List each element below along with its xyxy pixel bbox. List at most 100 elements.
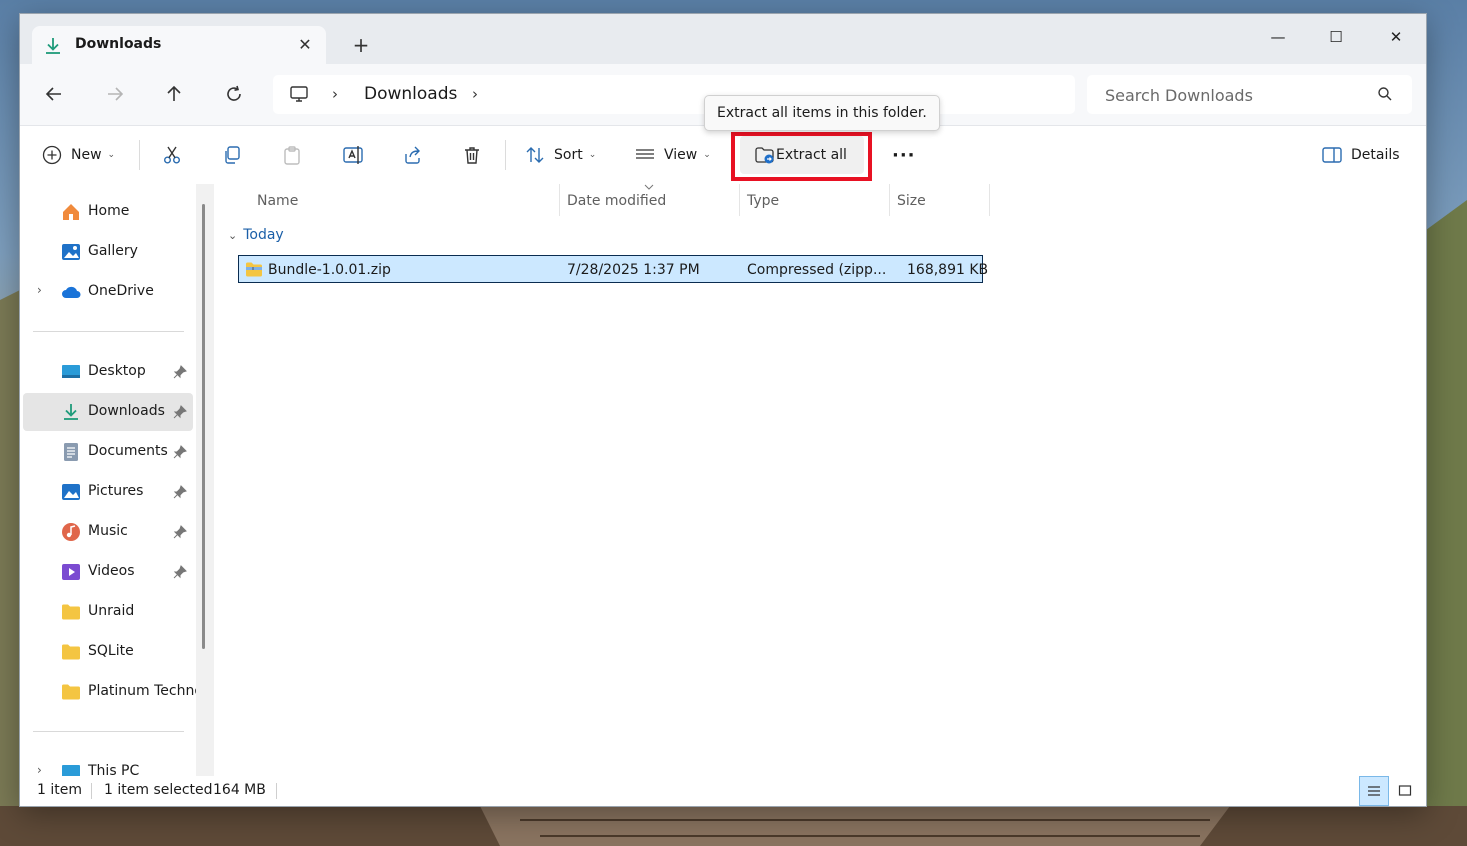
- file-explorer-window: Downloads ✕ + — ☐ ✕ › Downloads › Search…: [20, 14, 1426, 806]
- forward-button[interactable]: [97, 76, 133, 112]
- column-header-date-modified[interactable]: Date modified: [560, 184, 739, 216]
- sidebar-item-label: Documents: [88, 443, 168, 459]
- sort-button[interactable]: Sort ⌄: [525, 138, 596, 172]
- search-icon[interactable]: [1377, 86, 1393, 102]
- navigation-pane: Home Gallery › OneDrive Desktop Download…: [20, 184, 216, 776]
- breadcrumb-downloads[interactable]: Downloads: [364, 84, 457, 104]
- sidebar-scrollbar-track[interactable]: [196, 184, 214, 776]
- status-separator: [91, 783, 92, 799]
- sidebar-item-unraid[interactable]: Unraid: [23, 593, 193, 631]
- column-header-type[interactable]: Type: [740, 184, 889, 216]
- cut-button[interactable]: [162, 138, 182, 172]
- separator: [505, 140, 506, 170]
- command-bar: New ⌄ Sort ⌄ View ⌄ Extract all ··· Deta…: [20, 125, 1426, 185]
- pin-icon[interactable]: [173, 565, 187, 579]
- pin-icon[interactable]: [173, 365, 187, 379]
- details-view-icon: [1368, 786, 1380, 796]
- desktop-icon: [62, 365, 80, 378]
- minimize-button[interactable]: —: [1255, 22, 1301, 52]
- sidebar-item-sqlite[interactable]: SQLite: [23, 633, 193, 671]
- arrow-left-icon: [45, 87, 61, 101]
- file-name: Bundle-1.0.01.zip: [268, 262, 391, 278]
- close-window-button[interactable]: ✕: [1373, 22, 1419, 52]
- column-separator[interactable]: [989, 184, 990, 216]
- chevron-down-icon: ⌄: [588, 150, 597, 160]
- chevron-down-icon: ⌄: [703, 150, 711, 160]
- maximize-button[interactable]: ☐: [1313, 22, 1359, 52]
- sidebar-item-label: Platinum Techno: [88, 683, 196, 699]
- breadcrumb-separator[interactable]: ›: [472, 85, 478, 103]
- up-button[interactable]: [156, 76, 192, 112]
- download-icon: [64, 404, 78, 420]
- tiles-view-button[interactable]: [1390, 776, 1420, 806]
- column-header-size[interactable]: Size: [890, 184, 989, 216]
- breadcrumb-separator[interactable]: ›: [332, 85, 338, 103]
- sidebar-divider: [33, 731, 184, 732]
- pin-icon[interactable]: [173, 445, 187, 459]
- videos-icon: [62, 564, 80, 580]
- view-button[interactable]: View ⌄: [635, 138, 711, 172]
- sidebar-scrollbar[interactable]: [202, 204, 205, 649]
- gallery-icon: [62, 244, 80, 260]
- details-button[interactable]: Details: [1322, 138, 1400, 172]
- selection-count: 1 item selected: [104, 782, 213, 798]
- group-header-today[interactable]: ⌄ Today: [228, 227, 284, 243]
- delete-button[interactable]: [462, 138, 482, 172]
- sidebar-item-documents[interactable]: Documents: [23, 433, 193, 471]
- column-header-name[interactable]: Name: [216, 184, 559, 216]
- refresh-icon: [227, 85, 241, 101]
- refresh-button[interactable]: [216, 76, 252, 112]
- pin-icon[interactable]: [173, 405, 187, 419]
- pictures-icon: [62, 484, 80, 500]
- highlight-box: [731, 132, 872, 181]
- sidebar-item-home[interactable]: Home: [23, 193, 193, 231]
- sidebar-item-label: This PC: [88, 763, 140, 776]
- sidebar-item-onedrive[interactable]: › OneDrive: [23, 273, 193, 311]
- share-button[interactable]: [402, 138, 422, 172]
- file-date-modified: 7/28/2025 1:37 PM: [567, 262, 700, 278]
- expand-chevron-icon[interactable]: ›: [37, 763, 42, 776]
- close-tab-icon[interactable]: ✕: [294, 34, 316, 56]
- new-button[interactable]: New ⌄: [42, 138, 115, 172]
- sidebar-item-gallery[interactable]: Gallery: [23, 233, 193, 271]
- search-box[interactable]: [1087, 75, 1412, 116]
- sort-icon: [526, 147, 544, 163]
- sidebar-divider: [33, 331, 184, 332]
- tab-downloads[interactable]: Downloads ✕: [32, 26, 326, 64]
- sidebar-item-videos[interactable]: Videos: [23, 553, 193, 591]
- pin-icon[interactable]: [173, 525, 187, 539]
- copy-icon: [225, 146, 240, 164]
- expand-chevron-icon[interactable]: ›: [37, 283, 42, 297]
- new-tab-button[interactable]: +: [350, 34, 372, 56]
- copy-button[interactable]: [222, 138, 242, 172]
- sidebar-item-label: SQLite: [88, 643, 134, 659]
- sidebar-item-music[interactable]: Music: [23, 513, 193, 551]
- paste-button[interactable]: [282, 138, 302, 172]
- details-pane-icon: [1322, 147, 1342, 163]
- search-input[interactable]: [1087, 75, 1377, 116]
- sidebar-item-label: Unraid: [88, 603, 135, 619]
- sidebar-item-platinum-techno[interactable]: Platinum Techno: [23, 673, 196, 711]
- new-label: New: [71, 147, 102, 163]
- rename-button[interactable]: [342, 138, 364, 172]
- file-row[interactable]: Bundle-1.0.01.zip 7/28/2025 1:37 PM Comp…: [238, 255, 988, 283]
- plus-circle-icon: [42, 145, 62, 165]
- rename-icon: [343, 146, 363, 164]
- status-separator: [276, 783, 277, 799]
- sidebar-item-downloads[interactable]: Downloads: [23, 393, 193, 431]
- sidebar-item-desktop[interactable]: Desktop: [23, 353, 193, 391]
- more-options-button[interactable]: ···: [892, 138, 916, 172]
- file-size: 168,891 KB: [907, 262, 989, 278]
- back-button[interactable]: [36, 76, 72, 112]
- music-icon: [62, 523, 80, 541]
- sidebar-item-label: OneDrive: [88, 283, 154, 299]
- pin-icon[interactable]: [173, 485, 187, 499]
- collapse-chevron-icon[interactable]: ⌄: [228, 229, 237, 242]
- details-label: Details: [1351, 147, 1400, 163]
- title-bar: Downloads ✕ + — ☐ ✕: [20, 14, 1426, 64]
- sidebar-item-this-pc[interactable]: › This PC: [23, 753, 193, 776]
- details-view-button[interactable]: [1359, 776, 1389, 806]
- sidebar-item-pictures[interactable]: Pictures: [23, 473, 193, 511]
- documents-icon: [64, 443, 78, 461]
- address-bar[interactable]: › Downloads ›: [273, 75, 1075, 114]
